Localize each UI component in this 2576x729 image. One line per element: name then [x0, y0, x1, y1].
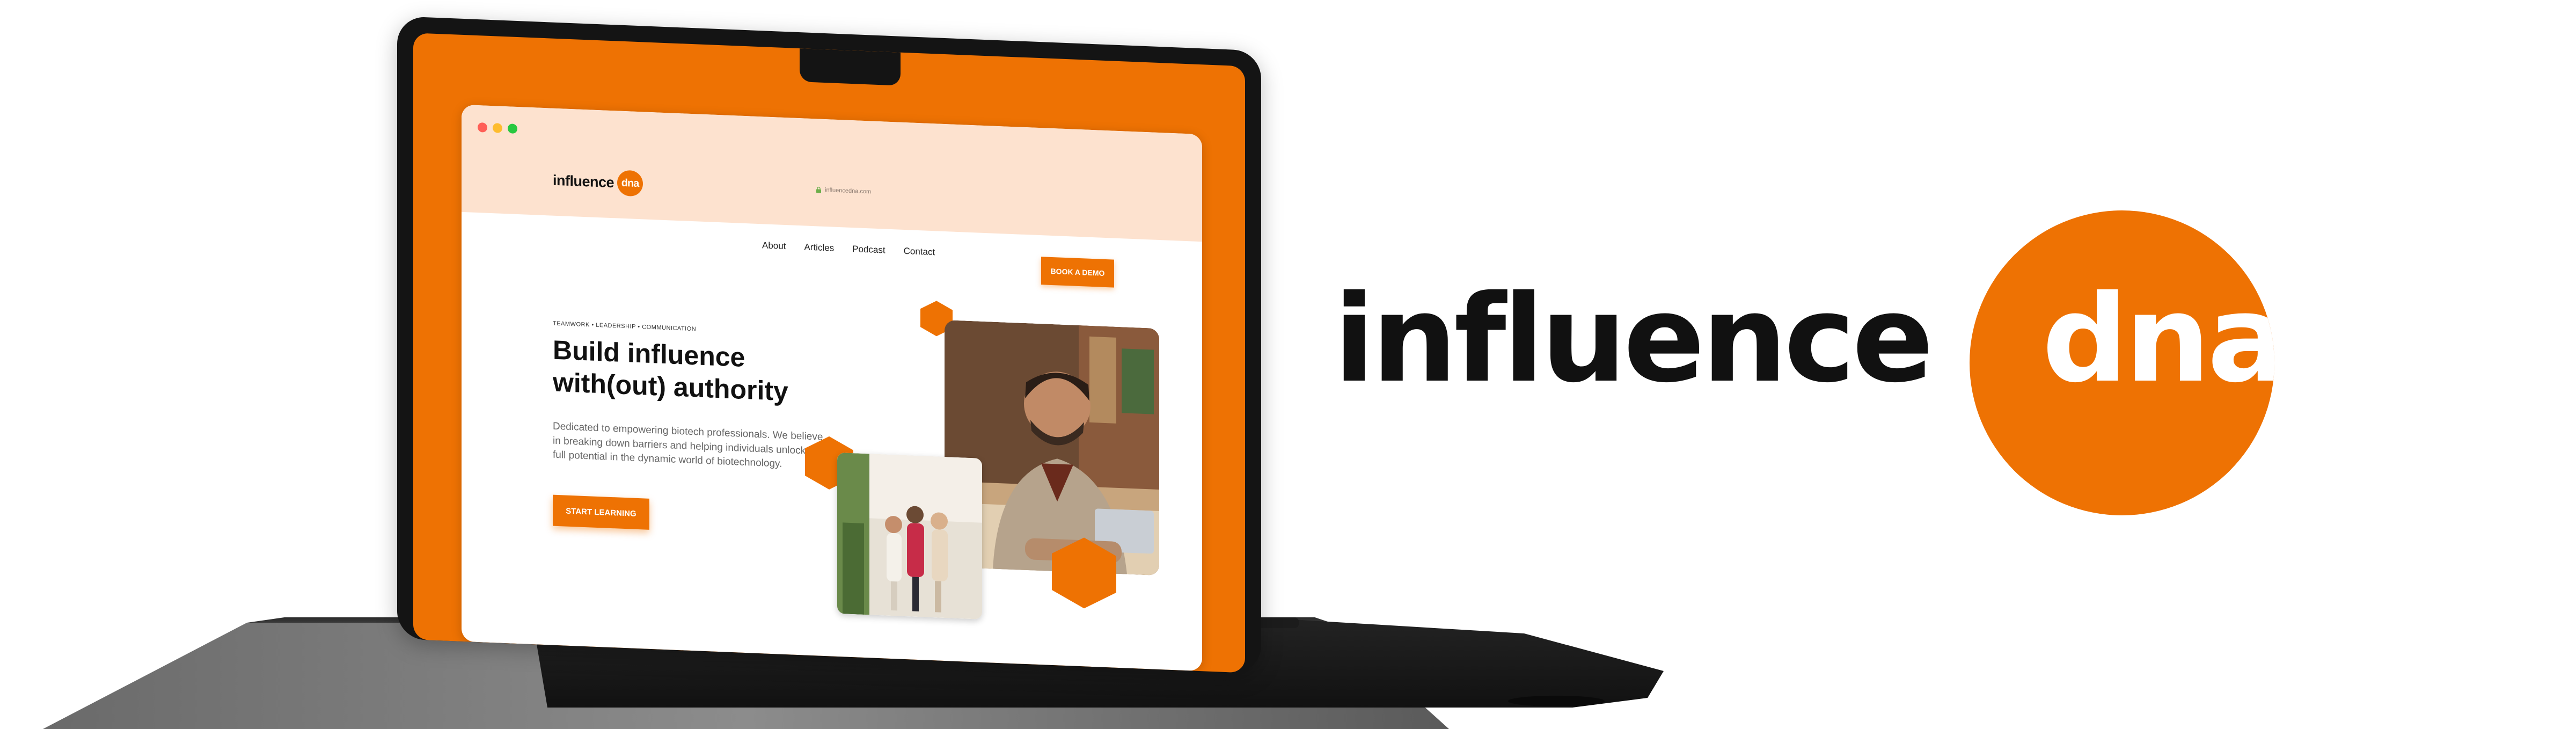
laptop-display: influencedna.com influence dna About Art…	[413, 33, 1245, 673]
maximize-window-icon[interactable]	[508, 123, 517, 134]
camera-notch	[800, 48, 901, 86]
site-logo-word: influence	[553, 172, 614, 191]
hero-eyebrow: TEAMWORK • LEADERSHIP • COMMUNICATION	[553, 320, 697, 333]
brand-badge-text: dna	[2042, 269, 2274, 409]
brand-logo-circle: dna	[1970, 210, 2274, 515]
laptop-bezel: influencedna.com influence dna About Art…	[397, 16, 1261, 674]
nav-item-about[interactable]: About	[762, 240, 786, 252]
site-logo[interactable]: influence dna	[553, 167, 643, 197]
laptop: influencedna.com influence dna About Art…	[397, 16, 1261, 674]
lock-icon	[816, 186, 821, 193]
site-logo-badge: dna	[617, 170, 643, 197]
minimize-window-icon[interactable]	[493, 123, 502, 133]
hero-body: Dedicated to empowering biotech professi…	[553, 420, 829, 470]
brand-wordmark: influence	[1334, 269, 1934, 409]
url-text: influencedna.com	[825, 187, 872, 195]
site-nav: About Articles Podcast Contact	[762, 240, 935, 258]
hero-headline: Build influence with(out) authority	[553, 334, 832, 410]
nav-item-articles[interactable]: Articles	[804, 242, 834, 253]
start-learning-button[interactable]: START LEARNING	[553, 494, 649, 530]
hexagon-decoration	[1052, 537, 1116, 609]
browser-window: influencedna.com influence dna About Art…	[462, 104, 1202, 672]
nav-item-podcast[interactable]: Podcast	[852, 244, 885, 256]
close-window-icon[interactable]	[478, 122, 487, 133]
book-demo-button[interactable]: BOOK A DEMO	[1041, 257, 1114, 288]
nav-item-contact[interactable]: Contact	[904, 246, 935, 258]
team-walking-photo	[837, 452, 982, 619]
